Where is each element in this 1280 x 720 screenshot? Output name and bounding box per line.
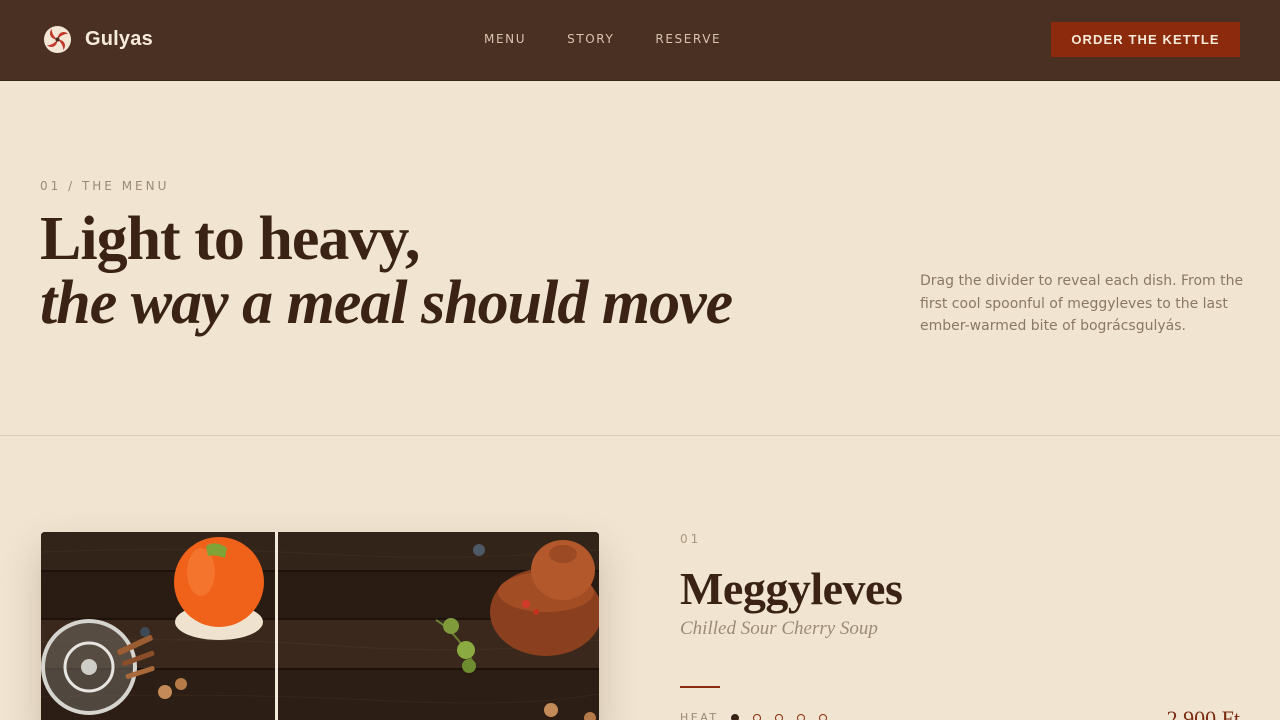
headline-line-2: the way a meal should move — [40, 269, 733, 337]
order-the-kettle-button[interactable]: ORDER THE KETTLE — [1051, 22, 1240, 57]
brand[interactable]: Gulyas — [43, 25, 153, 54]
main-nav: MENU STORY RESERVE — [484, 32, 721, 46]
hero-description: Drag the divider to reveal each dish. Fr… — [920, 273, 1244, 334]
heat-dot — [774, 713, 783, 720]
dish-price: 2 900 Ft — [1166, 706, 1240, 720]
section-divider — [0, 435, 1280, 436]
heat-rating: HEAT — [680, 711, 827, 720]
headline-line-1: Light to heavy, — [40, 205, 420, 273]
heat-dot — [752, 713, 761, 720]
nav-menu[interactable]: MENU — [484, 32, 526, 46]
nav-story[interactable]: STORY — [567, 32, 614, 46]
swirl-logo-icon — [43, 25, 72, 54]
dish-number: 01 — [680, 532, 702, 546]
dish-name: Meggyleves — [680, 563, 903, 614]
accent-rule — [680, 686, 720, 688]
dish-subtitle: Chilled Sour Cherry Soup — [680, 618, 878, 639]
heat-dots — [730, 713, 827, 720]
brand-name: Gulyas — [85, 28, 153, 50]
section-eyebrow: 01 / THE MENU — [40, 179, 170, 193]
nav-reserve[interactable]: RESERVE — [655, 32, 721, 46]
heat-dot — [730, 713, 739, 720]
heat-label: HEAT — [680, 711, 719, 720]
heat-dot — [818, 713, 827, 720]
heat-dot — [796, 713, 805, 720]
page-title: Light to heavy, the way a meal should mo… — [40, 205, 733, 337]
dish-compare-slider[interactable] — [41, 532, 599, 720]
compare-divider-handle[interactable] — [275, 532, 279, 720]
site-header: Gulyas MENU STORY RESERVE ORDER THE KETT… — [0, 0, 1280, 81]
dish-photo — [41, 532, 599, 720]
